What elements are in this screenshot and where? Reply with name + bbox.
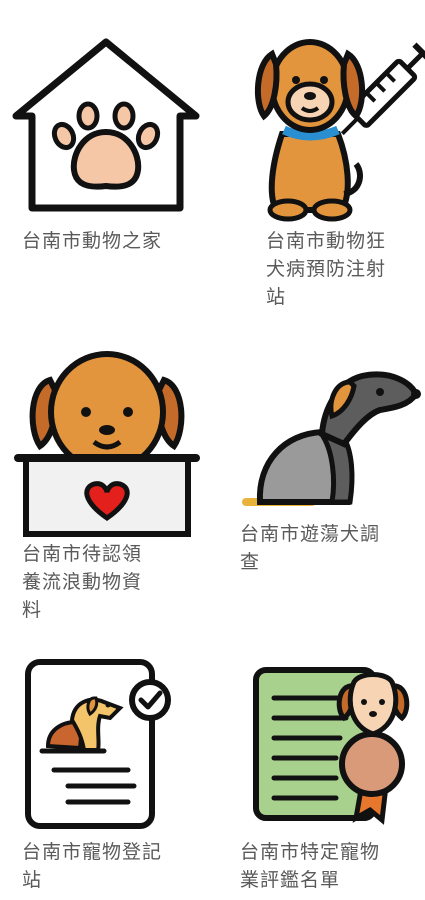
tile-rabies-vaccination[interactable]: 台南市動物狂犬病預防注射站 — [212, 0, 425, 330]
tile-label: 台南市寵物登記站 — [22, 841, 163, 891]
tile-label: 台南市遊蕩犬調查 — [240, 523, 381, 573]
tile-animal-shelter[interactable]: 台南市動物之家 — [0, 0, 212, 330]
tile-stray-dog-survey[interactable]: 台南市遊蕩犬調查 — [212, 330, 425, 630]
animal-services-grid: 台南市動物之家 台南市動物狂犬病預防注射站 台南市待認領養流浪動物資料 台南市遊… — [0, 0, 425, 900]
dog-in-box-icon — [14, 351, 200, 537]
tile-label: 台南市動物之家 — [22, 230, 163, 252]
certificate-dog-icon — [253, 667, 410, 825]
dog-vaccine-icon — [254, 39, 425, 222]
tile-adoptable-strays[interactable]: 台南市待認領養流浪動物資料 — [0, 330, 212, 630]
tile-label: 台南市待認領養流浪動物資料 — [22, 543, 143, 621]
pet-house-icon — [12, 38, 200, 212]
stray-dog-icon — [242, 371, 421, 506]
tile-label: 台南市特定寵物業評鑑名單 — [240, 841, 381, 891]
tile-pet-registration[interactable]: 台南市寵物登記站 — [0, 630, 212, 900]
tile-pet-business-evaluation[interactable]: 台南市特定寵物業評鑑名單 — [212, 630, 425, 900]
pet-registration-icon — [25, 659, 171, 829]
tile-label: 台南市動物狂犬病預防注射站 — [266, 230, 387, 308]
